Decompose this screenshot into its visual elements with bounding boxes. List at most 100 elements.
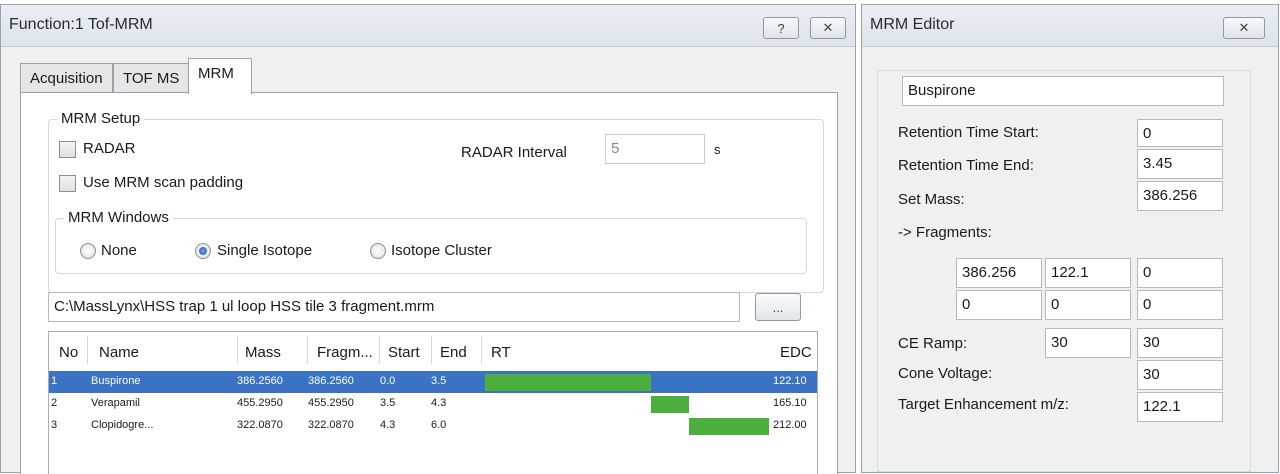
- mrm-file-path-field[interactable]: C:\MassLynx\HSS trap 1 ul loop HSS tile …: [48, 292, 740, 322]
- mrm-editor-window: MRM Editor ✕ Buspirone Retention Time St…: [861, 4, 1279, 473]
- mrm-setup-group: MRM Setup RADAR RADAR Interval 5 s Use M…: [48, 110, 824, 293]
- function-close-button[interactable]: ✕: [810, 17, 846, 39]
- help-button[interactable]: ?: [763, 17, 799, 39]
- scan-padding-label: Use MRM scan padding: [83, 174, 244, 191]
- fragment-cell[interactable]: 0: [1045, 290, 1131, 320]
- cell-mass: 322.0870: [237, 419, 283, 431]
- col-mass[interactable]: Mass: [245, 332, 281, 368]
- cell-name: Clopidogre...: [91, 419, 154, 431]
- window-isotope-cluster-radio[interactable]: [370, 243, 386, 259]
- cell-fragment: 386.2560: [308, 375, 354, 387]
- tab-acquisition[interactable]: Acquisition: [20, 63, 113, 93]
- cell-no: 1: [51, 375, 58, 387]
- fragment-cell[interactable]: 0: [1137, 290, 1223, 320]
- radar-interval-input[interactable]: 5: [605, 134, 705, 164]
- fragment-cell[interactable]: 122.1: [1045, 258, 1131, 288]
- browse-label: ...: [772, 299, 784, 315]
- retention-start-label: Retention Time Start:: [898, 124, 1039, 141]
- retention-end-label: Retention Time End:: [898, 157, 1034, 174]
- cell-name: Buspirone: [91, 375, 141, 387]
- window-single-isotope-label: Single Isotope: [217, 242, 313, 259]
- ce-ramp-end-input[interactable]: 30: [1137, 328, 1223, 358]
- col-separator: [431, 336, 432, 364]
- retention-start-input[interactable]: 0: [1137, 119, 1223, 147]
- cone-voltage-input[interactable]: 30: [1137, 360, 1223, 390]
- col-separator: [307, 336, 308, 364]
- mrm-windows-label: MRM Windows: [64, 209, 173, 226]
- fragments-label: -> Fragments:: [898, 224, 992, 241]
- tab-acquisition-label: Acquisition: [30, 70, 103, 87]
- window-single-isotope-radio[interactable]: [195, 243, 211, 259]
- target-enhancement-label: Target Enhancement m/z:: [898, 396, 1069, 413]
- function-titlebar: Function:1 Tof-MRM ? ✕: [1, 5, 855, 47]
- col-separator: [481, 336, 482, 364]
- cell-edc: 165.10: [773, 397, 807, 409]
- browse-button[interactable]: ...: [755, 293, 801, 321]
- ce-ramp-label: CE Ramp:: [898, 335, 968, 352]
- target-enhancement-input[interactable]: 122.1: [1137, 392, 1223, 422]
- cell-start: 0.0: [380, 375, 396, 387]
- mrm-editor-panel: Buspirone Retention Time Start: 0 Retent…: [877, 70, 1251, 472]
- col-separator: [87, 336, 88, 364]
- function-window-title: Function:1 Tof-MRM: [9, 16, 153, 33]
- ce-ramp-start-input[interactable]: 30: [1045, 328, 1131, 358]
- close-icon: ✕: [822, 20, 834, 35]
- mrm-table[interactable]: No Name Mass Fragm... Start End RT EDC 1…: [48, 331, 818, 474]
- retention-end-input[interactable]: 3.45: [1137, 149, 1223, 179]
- rt-window-bar: [688, 418, 769, 435]
- col-no[interactable]: No: [59, 332, 78, 368]
- cell-mass: 455.2950: [237, 397, 283, 409]
- window-none-radio[interactable]: [80, 243, 96, 259]
- mrm-tab-panel: MRM Setup RADAR RADAR Interval 5 s Use M…: [20, 92, 838, 474]
- col-separator: [237, 336, 238, 364]
- cell-no: 3: [51, 419, 58, 431]
- rt-window-bar: [485, 374, 651, 391]
- table-row[interactable]: 1 Buspirone 386.2560 386.2560 0.0 3.5 122.10: [49, 371, 817, 393]
- cell-edc: 212.00: [773, 419, 807, 431]
- col-start[interactable]: Start: [388, 332, 420, 368]
- cell-end: 6.0: [431, 419, 447, 431]
- col-separator: [379, 336, 380, 364]
- mrm-editor-title: MRM Editor: [870, 16, 955, 33]
- mrm-setup-label: MRM Setup: [57, 110, 145, 127]
- rt-window-bar: [650, 396, 689, 413]
- fragment-cell[interactable]: 386.256: [956, 258, 1042, 288]
- cell-fragment: 455.2950: [308, 397, 354, 409]
- tab-mrm[interactable]: MRM: [188, 58, 252, 94]
- mrm-editor-titlebar: MRM Editor ✕: [862, 5, 1278, 47]
- set-mass-input[interactable]: 386.256: [1137, 181, 1223, 211]
- compound-name-input[interactable]: Buspirone: [902, 76, 1224, 106]
- radar-interval-unit: s: [714, 142, 721, 157]
- tab-mrm-label: MRM: [198, 65, 234, 82]
- tab-tof-ms[interactable]: TOF MS: [113, 63, 190, 93]
- cell-edc: 122.10: [773, 375, 807, 387]
- fragment-cell[interactable]: 0: [956, 290, 1042, 320]
- cell-start: 3.5: [380, 397, 396, 409]
- cone-voltage-label: Cone Voltage:: [898, 365, 993, 382]
- function-window: Function:1 Tof-MRM ? ✕ Acquisition TOF M…: [0, 4, 856, 474]
- mrm-editor-close-button[interactable]: ✕: [1223, 17, 1265, 39]
- col-rt[interactable]: RT: [491, 332, 511, 368]
- mrm-windows-group: MRM Windows None Single Isotope Isotope …: [55, 209, 807, 274]
- tab-tof-ms-label: TOF MS: [123, 70, 180, 87]
- col-end[interactable]: End: [440, 332, 467, 368]
- table-row[interactable]: 2 Verapamil 455.2950 455.2950 3.5 4.3 165.10: [49, 393, 817, 415]
- set-mass-label: Set Mass:: [898, 191, 965, 208]
- fragment-cell[interactable]: 0: [1137, 258, 1223, 288]
- col-edc[interactable]: EDC: [780, 332, 812, 368]
- cell-end: 3.5: [431, 375, 447, 387]
- cell-end: 4.3: [431, 397, 447, 409]
- table-row[interactable]: 3 Clopidogre... 322.0870 322.0870 4.3 6.0 212.…: [49, 415, 817, 437]
- col-name[interactable]: Name: [99, 332, 139, 368]
- window-none-label: None: [101, 242, 137, 259]
- col-fragment[interactable]: Fragm...: [317, 332, 373, 368]
- radar-checkbox[interactable]: [59, 141, 76, 158]
- window-isotope-cluster-label: Isotope Cluster: [391, 242, 492, 259]
- cell-start: 4.3: [380, 419, 396, 431]
- cell-no: 2: [51, 397, 58, 409]
- cell-fragment: 322.0870: [308, 419, 354, 431]
- cell-mass: 386.2560: [237, 375, 283, 387]
- help-icon: ?: [777, 20, 785, 36]
- scan-padding-checkbox[interactable]: [59, 175, 76, 192]
- radar-label: RADAR: [83, 140, 136, 157]
